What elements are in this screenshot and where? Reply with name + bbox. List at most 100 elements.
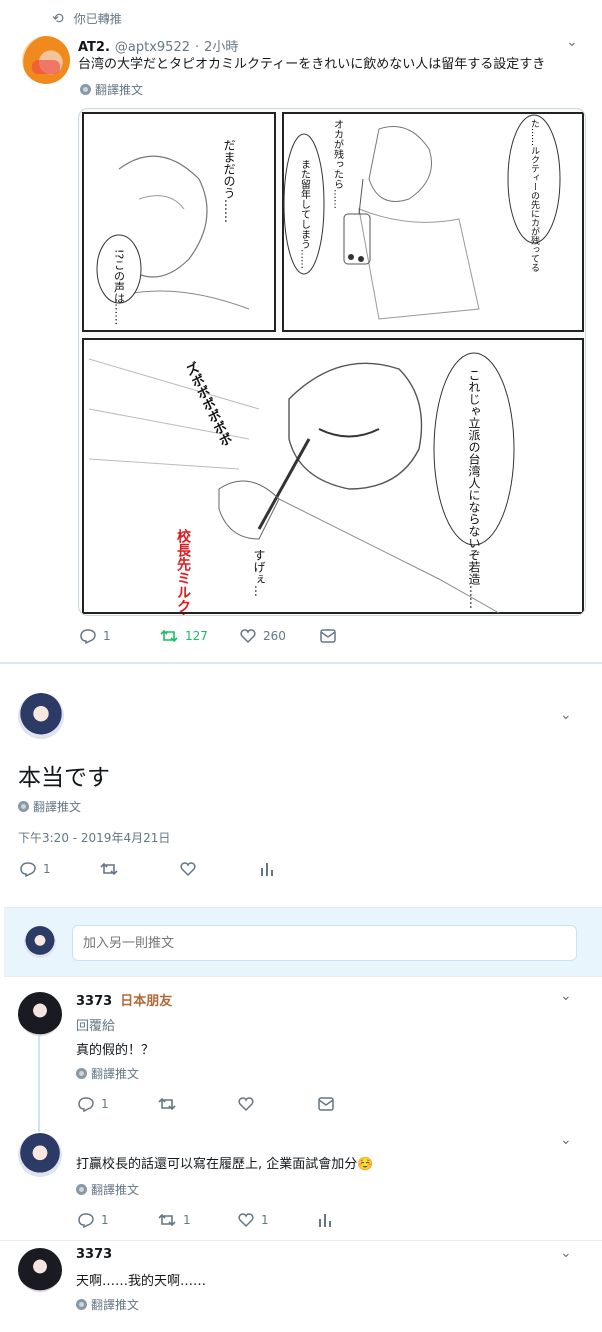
retweet-icon: ⟲ [52,10,64,27]
retweet-context: ⟲ 你已轉推 [52,10,122,27]
panel2-text-c: た……ルクティーの先にカが残ってる [529,119,540,272]
author-name[interactable]: 3373 [76,994,112,1009]
avatar[interactable] [18,992,62,1036]
heart-icon [238,1213,254,1228]
retweet-count: 1 [183,1213,191,1227]
translate-link[interactable]: 翻譯推文 [76,1181,139,1198]
tweet-text: 台湾の大学だとタピオカミルクティーをきれいに飲めない人は留年する設定すき [78,57,546,72]
reply-count: 1 [103,629,111,643]
analytics-button[interactable] [318,1212,358,1228]
like-button[interactable]: 260 [240,628,320,644]
thread-line [38,1036,40,1132]
reply-icon [78,1097,94,1112]
main-tweet-text: 本当です [18,765,110,791]
reply-count: 1 [101,1097,109,1111]
reply-icon [20,862,36,877]
translate-label: 翻譯推文 [91,1183,140,1197]
retweet-button[interactable] [100,861,180,877]
author-badge[interactable]: 日本朋友 [120,990,172,1009]
like-count: 1 [261,1213,269,1227]
globe-icon [80,84,91,95]
globe-icon [76,1068,87,1079]
reply-button[interactable]: 1 [80,628,160,644]
tweet-image[interactable]: だまだのう…… !?この声は…… オカが残ったら…… また留年してしまう…… た… [78,108,586,616]
retweet-count: 127 [185,629,208,643]
retweet-icon [158,1213,176,1227]
retweet-button[interactable]: 127 [160,628,240,644]
globe-icon [76,1299,87,1310]
heart-icon [238,1097,254,1112]
action-bar: 1 127 260 [80,628,360,644]
translate-link[interactable]: 翻譯推文 [80,81,143,98]
retweet-button[interactable] [158,1096,238,1112]
retweet-label: 你已轉推 [73,12,122,26]
translate-link[interactable]: 翻譯推文 [76,1296,139,1313]
globe-icon [18,801,29,812]
reply-text: 天啊……我的天啊…… [76,1274,207,1289]
author-name[interactable]: 3373 [76,1247,112,1262]
avatar[interactable] [18,1248,62,1292]
reply-count: 1 [43,862,51,876]
translate-label: 翻譯推文 [95,83,144,97]
retweet-button[interactable]: 1 [158,1212,238,1228]
like-button[interactable] [180,861,260,877]
analytics-icon [261,863,273,876]
analytics-icon [319,1214,331,1227]
divider [0,662,602,664]
avatar[interactable] [18,1133,62,1177]
dm-button[interactable] [318,1097,358,1111]
avatar[interactable] [22,36,70,84]
reply-to[interactable]: 回覆給 [76,1015,115,1034]
action-bar: 1 1 1 [78,1212,358,1228]
panel2-text-a: オカが残ったら…… [332,119,344,209]
reply-text: 真的假的！？ [76,1043,155,1058]
reply-text: 打贏校長的話還可以寫在履歷上, 企業面試會加分☺️ [76,1157,374,1172]
dm-button[interactable] [320,629,360,643]
analytics-button[interactable] [260,861,300,877]
retweet-icon [100,862,118,876]
reply-button[interactable]: 1 [20,861,100,877]
chevron-down-icon[interactable]: ⌄ [560,1245,572,1261]
globe-icon [76,1184,87,1195]
like-button[interactable] [238,1096,318,1112]
mail-icon [320,629,336,643]
action-bar: 1 [20,861,300,877]
quoted-tweet[interactable]: ⟲ 你已轉推 AT2. @aptx9522 · 2小時 ⌄ 台湾の大学だとタピオ… [0,0,602,662]
translate-link[interactable]: 翻譯推文 [76,1065,139,1082]
divider [0,1240,602,1241]
heart-icon [180,862,196,877]
chevron-down-icon[interactable]: ⌄ [560,1132,572,1148]
tweet-timestamp[interactable]: 下午3:20 - 2019年4月21日 [18,829,170,846]
like-button[interactable]: 1 [238,1212,318,1228]
reply-header: 3373 日本朋友 [76,990,172,1009]
reply-icon [80,629,96,644]
compose-input[interactable] [72,925,577,961]
panel1-text-b: !?この声は…… [113,249,126,325]
avatar [24,926,56,958]
chevron-down-icon[interactable]: ⌄ [566,34,578,50]
panel2-text-b: また留年してしまう…… [299,159,311,269]
retweet-icon [158,1097,176,1111]
retweet-icon [160,629,178,643]
reply-button[interactable]: 1 [78,1096,158,1112]
translate-label: 翻譯推文 [91,1298,140,1312]
translate-link[interactable]: 翻譯推文 [18,798,81,815]
panel3-sugee: すげぇ… [252,549,266,597]
heart-icon [240,629,256,644]
translate-label: 翻譯推文 [91,1067,140,1081]
panel3-speech: これじゃ立派の台湾人にならないぞ若造…… [467,369,481,609]
like-count: 260 [263,629,286,643]
panel3-caption: 校長先ミルクタピオク [175,528,191,616]
reply-count: 1 [101,1213,109,1227]
avatar[interactable] [18,693,64,739]
reply-button[interactable]: 1 [78,1212,158,1228]
chevron-down-icon[interactable]: ⌄ [560,988,572,1004]
manga-illustration: だまだのう…… !?この声は…… オカが残ったら…… また留年してしまう…… た… [82,112,584,616]
compose-area [4,907,602,977]
mail-icon [318,1097,334,1111]
reply-icon [78,1213,94,1228]
chevron-down-icon[interactable]: ⌄ [560,707,572,723]
panel1-text-a: だまだのう…… [222,139,236,223]
action-bar: 1 [78,1096,358,1112]
translate-label: 翻譯推文 [33,800,82,814]
